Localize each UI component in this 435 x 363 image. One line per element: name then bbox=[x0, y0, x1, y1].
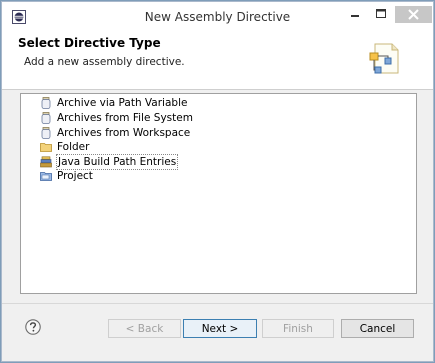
page-title: Select Directive Type bbox=[18, 36, 161, 50]
close-icon[interactable] bbox=[395, 6, 432, 23]
project-icon bbox=[40, 172, 52, 181]
help-icon[interactable] bbox=[25, 319, 41, 335]
list-item-label: Java Build Path Entries bbox=[56, 154, 179, 170]
button-bar-divider bbox=[2, 303, 433, 304]
jar-icon bbox=[41, 97, 51, 109]
list-item-label: Folder bbox=[57, 141, 90, 153]
jar-icon bbox=[41, 112, 51, 124]
list-item-label: Archive via Path Variable bbox=[57, 97, 188, 109]
next-button[interactable]: Next > bbox=[183, 319, 257, 338]
dialog-window: New Assembly Directive Select Directive … bbox=[0, 0, 435, 363]
folder-icon bbox=[40, 143, 52, 152]
directive-type-list[interactable]: Archive via Path Variable Archives from … bbox=[20, 93, 417, 294]
wizard-icon bbox=[369, 43, 399, 74]
list-item-label: Archives from File System bbox=[57, 112, 193, 124]
finish-button[interactable]: Finish bbox=[262, 319, 334, 338]
minimize-icon[interactable] bbox=[343, 6, 367, 22]
list-item-label: Archives from Workspace bbox=[57, 127, 191, 139]
jar-icon bbox=[41, 127, 51, 139]
title-bar: New Assembly Directive bbox=[2, 2, 433, 32]
library-icon bbox=[40, 156, 52, 168]
wizard-banner: Select Directive Type Add a new assembly… bbox=[2, 32, 433, 90]
cancel-button[interactable]: Cancel bbox=[341, 319, 414, 338]
list-item-label: Project bbox=[57, 170, 93, 182]
maximize-icon[interactable] bbox=[369, 6, 393, 22]
back-button[interactable]: < Back bbox=[108, 319, 181, 338]
page-description: Add a new assembly directive. bbox=[24, 56, 185, 68]
